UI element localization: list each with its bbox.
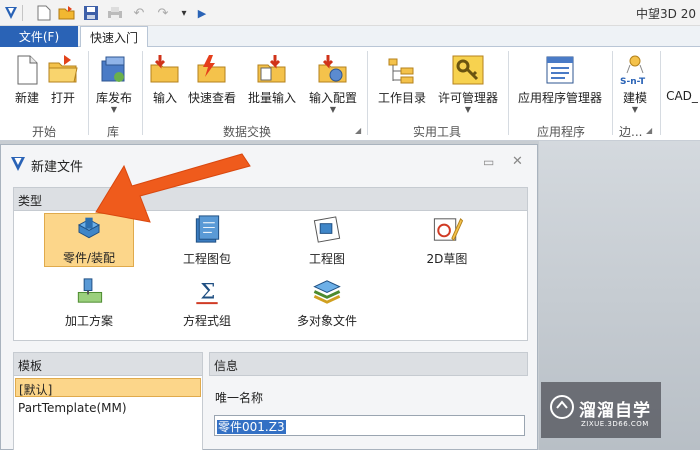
type-2d-sketch[interactable]: 2D草图	[402, 213, 492, 267]
input-config-button[interactable]: 输入配置 ▼	[306, 51, 360, 121]
new-file-dialog: 新建文件 ▭ ✕ 类型 零件/装配 工程图包 工程图 2D草图 加工方案 Σ 方…	[0, 144, 538, 450]
template-part-mm[interactable]: PartTemplate(MM)	[15, 399, 201, 418]
type-equation-set[interactable]: Σ 方程式组	[162, 275, 252, 329]
import-icon	[150, 55, 179, 83]
watermark-url: ZIXUE.3D66.COM	[581, 420, 649, 428]
sketch-icon	[433, 217, 464, 242]
new-file-icon	[17, 55, 38, 85]
dialog-launcher-icon[interactable]: ◢	[355, 126, 361, 135]
app-manager-button[interactable]: 应用程序管理器	[515, 51, 605, 121]
app-logo-icon	[11, 157, 25, 171]
sigma-icon: Σ	[196, 279, 218, 304]
comment-icon[interactable]: ▭	[483, 155, 494, 169]
group-label-utilities: 实用工具	[413, 125, 462, 139]
multi-object-icon	[313, 280, 341, 304]
type-cam-plan[interactable]: 加工方案	[44, 275, 134, 329]
group-label-start: 开始	[32, 125, 57, 139]
app-manager-icon	[546, 56, 574, 84]
redo-icon[interactable]: ↷	[154, 4, 172, 22]
unique-name-label: 唯一名称	[215, 391, 264, 405]
cad-button[interactable]: CAD_	[664, 51, 700, 121]
modeling-button[interactable]: S-n-T 建模 ▼	[617, 51, 653, 121]
chevron-down-icon: ▼	[110, 105, 118, 114]
batch-import-icon	[257, 55, 286, 83]
quick-view-icon	[197, 55, 226, 83]
unique-name-input[interactable]: 零件001.Z3	[214, 415, 525, 436]
type-panel: 零件/装配 工程图包 工程图 2D草图 加工方案 Σ 方程式组 多对象文件	[13, 211, 528, 341]
work-directory-button[interactable]: 工作目录	[375, 51, 429, 121]
dialog-launcher-icon[interactable]: ◢	[646, 126, 652, 135]
cam-icon	[77, 278, 103, 303]
chevron-down-icon: ▼	[329, 105, 337, 114]
template-section-header: 模板	[13, 352, 203, 376]
group-label-applications: 应用程序	[537, 125, 586, 139]
open-folder-icon	[48, 55, 78, 83]
key-icon	[452, 55, 484, 85]
svg-text:S-n-T: S-n-T	[620, 77, 646, 87]
more-icon[interactable]: ▾	[175, 4, 193, 22]
new-button[interactable]: 新建	[10, 51, 44, 121]
title-bar: ↶ ↷ ▾ ▶ 中望3D 20	[0, 0, 700, 26]
svg-text:Σ: Σ	[200, 279, 215, 304]
template-default[interactable]: [默认]	[15, 378, 201, 397]
quick-view-button[interactable]: 快速查看	[186, 51, 238, 121]
watermark-logo-icon	[550, 395, 574, 419]
watermark-name: 溜溜自学	[579, 401, 651, 421]
import-settings-icon	[318, 55, 347, 83]
open-icon[interactable]	[58, 4, 76, 22]
info-section-header: 信息	[209, 352, 528, 376]
ribbon: 新建 打开 库发布 ▼ 输入 快速查看 批量输入 输入配置 ▼ 工作目录 许可管…	[0, 47, 700, 141]
group-label-library: 库	[107, 125, 120, 139]
template-list[interactable]: [默认] PartTemplate(MM)	[13, 376, 203, 450]
input-button[interactable]: 输入	[148, 51, 182, 121]
work-directory-icon	[388, 58, 414, 84]
save-icon[interactable]	[82, 4, 100, 22]
type-section-header: 类型	[13, 187, 528, 211]
drawing-icon	[313, 216, 341, 243]
group-label-data-exchange: 数据交换	[223, 125, 272, 139]
tab-file[interactable]: 文件(F)	[0, 26, 78, 47]
part-icon	[78, 217, 100, 239]
chevron-down-icon: ▼	[631, 105, 639, 114]
group-label-edge: 边...	[619, 125, 643, 139]
app-logo-icon[interactable]	[2, 4, 20, 22]
license-manager-button[interactable]: 许可管理器 ▼	[436, 51, 500, 121]
type-drawing[interactable]: 工程图	[282, 213, 372, 267]
open-button[interactable]: 打开	[46, 51, 80, 121]
dialog-title: 新建文件	[31, 160, 84, 175]
undo-icon[interactable]: ↶	[130, 4, 148, 22]
unique-name-value: 零件001.Z3	[217, 420, 286, 434]
library-publish-icon	[101, 56, 125, 82]
close-icon[interactable]: ✕	[512, 154, 523, 169]
chevron-down-icon: ▼	[464, 105, 472, 114]
type-part-assembly[interactable]: 零件/装配	[44, 213, 134, 267]
new-icon[interactable]	[35, 4, 53, 22]
ribbon-tabs: 文件(F) 快速入门	[0, 26, 700, 48]
batch-input-button[interactable]: 批量输入	[245, 51, 299, 121]
type-multi-object[interactable]: 多对象文件	[282, 275, 372, 329]
modeling-icon: S-n-T	[620, 55, 646, 87]
drawing-pack-icon	[195, 215, 220, 243]
dialog-header: 新建文件 ▭ ✕	[1, 145, 537, 183]
watermark: 溜溜自学 ZIXUE.3D66.COM	[541, 382, 661, 438]
tab-quick-start[interactable]: 快速入门	[80, 26, 148, 48]
app-title: 中望3D 20	[636, 7, 696, 21]
play-icon[interactable]: ▶	[193, 4, 211, 22]
type-drawing-pack[interactable]: 工程图包	[162, 213, 252, 267]
print-icon[interactable]	[106, 4, 124, 22]
library-publish-button[interactable]: 库发布 ▼	[93, 51, 135, 121]
